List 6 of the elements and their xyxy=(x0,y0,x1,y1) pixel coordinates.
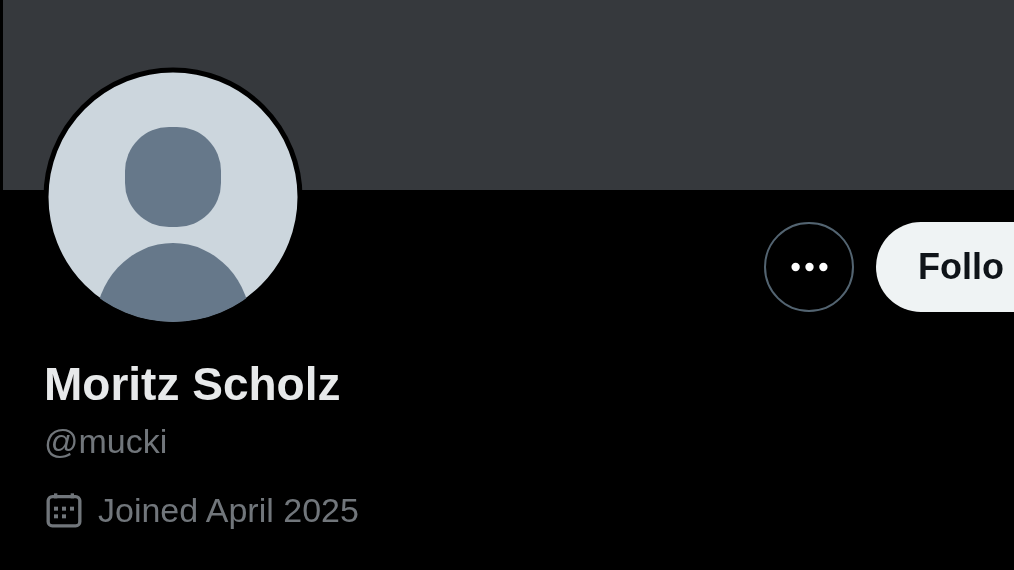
more-icon xyxy=(790,262,828,272)
join-date: Joined April 2025 xyxy=(98,490,359,531)
follow-button[interactable]: Follo xyxy=(876,222,1014,312)
username: @mucki xyxy=(44,421,169,462)
calendar-icon xyxy=(44,490,84,530)
display-name: Moritz Scholz xyxy=(44,357,342,412)
